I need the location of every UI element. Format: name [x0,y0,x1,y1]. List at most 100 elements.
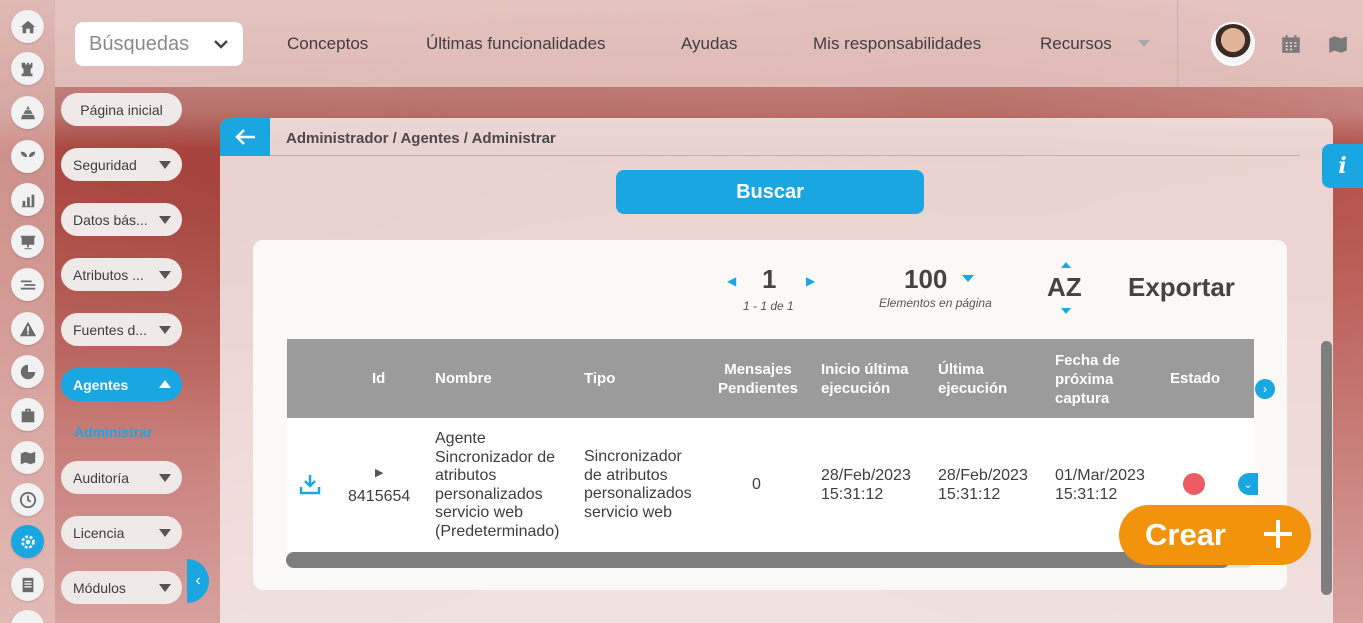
triangle-down-icon [159,529,171,537]
menu-auditoria[interactable]: Auditoría [61,461,182,494]
map-folder-icon[interactable] [1327,33,1349,55]
tower-icon[interactable] [11,52,44,85]
cell-ultima: 28/Feb/2023 15:31:12 [938,467,1028,503]
nav-conceptos[interactable]: Conceptos [287,34,368,54]
current-page: 1 [762,264,777,294]
per-page-label: Elementos en página [879,296,992,310]
icon-rail [0,0,55,623]
crear-button[interactable]: Crear [1119,505,1311,565]
info-button[interactable]: i [1322,144,1363,188]
nav-ultimas-funcionalidades[interactable]: Últimas funcionalidades [426,34,606,54]
scroll-right-button[interactable]: › [1255,379,1275,399]
top-bar: Búsquedas Conceptos Últimas funcionalida… [55,0,1363,87]
top-divider [1177,0,1178,87]
export-button[interactable]: Exportar [1128,272,1235,303]
breadcrumb: Administrador / Agentes / Administrar [286,130,556,147]
expand-row-icon[interactable]: ▶ [375,466,383,479]
warning-icon[interactable] [11,312,44,345]
triangle-down-icon [159,584,171,592]
briefcase-icon[interactable] [11,398,44,431]
back-button[interactable] [220,118,270,156]
sort-az-button[interactable]: AZ [1047,272,1082,303]
triangle-up-icon [159,380,171,388]
menu-licencia[interactable]: Licencia [61,516,182,549]
th-mensajes-pendientes[interactable]: Mensajes Pendientes [714,360,802,398]
triangle-down-icon [159,161,171,169]
more-icon[interactable] [11,610,44,623]
horizontal-scrollbar-thumb[interactable] [286,552,1230,568]
menu-seguridad[interactable]: Seguridad [61,148,182,181]
page-range: 1 - 1 de 1 [743,299,794,313]
menu-fuentes[interactable]: Fuentes d... [61,313,182,346]
download-icon[interactable] [299,473,321,495]
triangle-down-icon [159,326,171,334]
chevron-left-icon: ‹ [195,572,201,589]
plus-icon [1264,520,1292,548]
settings-icon[interactable] [11,525,44,558]
row-action-button[interactable]: ⌄ [1238,473,1258,495]
next-page-icon[interactable]: ▶ [806,274,815,288]
th-id[interactable]: Id [372,369,385,388]
sprout-icon[interactable] [11,140,44,173]
triangle-down-icon [159,216,171,224]
th-inicio-ultima-ejecucion[interactable]: Inicio última ejecución [821,360,921,398]
th-nombre[interactable]: Nombre [435,369,492,388]
document-icon[interactable] [11,568,44,601]
menu-pagina-inicial[interactable]: Página inicial [61,93,182,126]
breadcrumb-divider [270,155,1300,156]
clock-icon[interactable] [11,483,44,516]
menu-pagina-inicial-label: Página inicial [80,101,163,118]
prev-page-icon[interactable]: ◀ [727,274,736,288]
menu-agentes[interactable]: Agentes [61,368,182,401]
pyramid-icon[interactable] [11,96,44,129]
presentation-icon[interactable] [11,225,44,258]
menu-agentes-label: Agentes [73,376,129,393]
per-page-value[interactable]: 100 [904,264,947,295]
sort-desc-icon[interactable] [1061,308,1071,314]
cell-nombre: Agente Sincronizador de atributos person… [435,430,560,540]
triangle-down-icon [159,474,171,482]
th-fecha-proxima-captura[interactable]: Fecha de próxima captura [1055,351,1135,408]
th-ultima-ejecucion[interactable]: Última ejecución [938,360,1018,398]
vertical-scrollbar-thumb[interactable] [1321,341,1332,595]
cell-mensajes: 0 [752,476,761,493]
crear-label: Crear [1145,517,1226,552]
menu-atributos[interactable]: Atributos ... [61,258,182,291]
searches-dropdown[interactable]: Búsquedas [75,22,243,66]
cell-tipo: Sincronizador de atributos personalizado… [584,448,692,521]
home-icon[interactable] [11,10,44,43]
chevron-down-icon: ⌄ [1243,478,1253,491]
buscar-button[interactable]: Buscar [616,170,924,214]
menu-modulos-label: Módulos [73,579,126,596]
avatar[interactable] [1211,22,1255,66]
cell-id: 8415654 [348,488,411,505]
sort-asc-icon[interactable] [1061,262,1071,268]
menu-datos-basicos-label: Datos bás... [73,211,148,228]
list-lines-icon[interactable] [11,268,44,301]
status-indicator [1183,473,1205,495]
searches-label: Búsquedas [89,32,190,55]
th-tipo[interactable]: Tipo [584,369,615,388]
arrow-left-icon [235,129,255,145]
recursos-caret-icon[interactable] [1138,40,1150,47]
triangle-down-icon [159,271,171,279]
chevron-right-icon: › [1263,382,1267,396]
pie-chart-icon[interactable] [11,355,44,388]
bar-chart-icon[interactable] [11,183,44,216]
calendar-icon[interactable] [1280,33,1302,55]
per-page-caret-icon[interactable] [962,275,974,282]
nav-ayudas[interactable]: Ayudas [681,34,737,54]
submenu-administrar[interactable]: Administrar [74,424,153,440]
chevron-down-icon [214,40,228,49]
cell-inicio: 28/Feb/2023 15:31:12 [821,467,911,503]
menu-atributos-label: Atributos ... [73,266,144,283]
nav-mis-responsabilidades[interactable]: Mis responsabilidades [813,34,981,54]
cell-fecha: 01/Mar/2023 15:31:12 [1055,467,1145,503]
menu-datos-basicos[interactable]: Datos bás... [61,203,182,236]
menu-licencia-label: Licencia [73,524,125,541]
th-estado[interactable]: Estado [1170,369,1220,388]
map-icon[interactable] [11,441,44,474]
nav-recursos[interactable]: Recursos [1040,34,1112,54]
menu-auditoria-label: Auditoría [73,469,130,486]
menu-modulos[interactable]: Módulos [61,571,182,604]
